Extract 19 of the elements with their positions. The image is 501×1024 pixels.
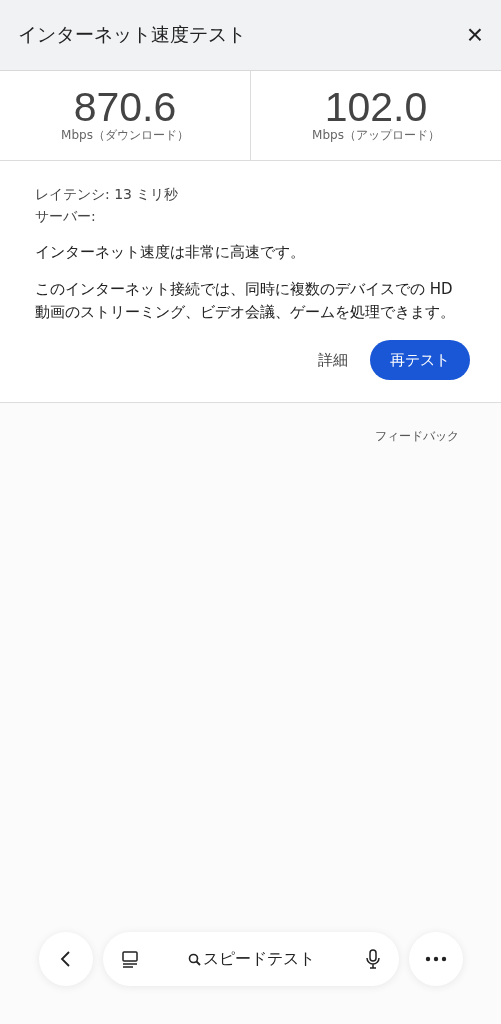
search-icon (188, 952, 201, 966)
speed-value: 870.6 (73, 87, 177, 127)
speed-value: 102.0 (324, 87, 428, 127)
close-button[interactable]: × (466, 21, 483, 49)
tabs-icon[interactable] (120, 950, 139, 968)
search-query: スピードテスト (203, 948, 315, 970)
description-text: このインターネット接続では、同時に複数のデバイスでの HD 動画のストリーミング、ビデオ会議、ゲームを処理できます。 (35, 279, 456, 323)
details-link[interactable]: 詳細 (318, 350, 348, 370)
speed-unit: Mbps（ダウンロード） (61, 127, 189, 144)
more-icon (424, 956, 447, 962)
feedback-link[interactable]: フィードバック (375, 428, 459, 445)
search-bar[interactable]: スピードテスト (102, 932, 399, 986)
speed-unit: Mbps（アップロード） (312, 127, 440, 144)
retest-button[interactable]: 再テスト (370, 340, 470, 380)
summary-text: インターネット速度は非常に高速です。 (35, 242, 306, 263)
microphone-icon[interactable] (364, 949, 381, 969)
latency-text: レイテンシ: 13 ミリ秒 (35, 185, 180, 204)
dialog-title: インターネット速度テスト (18, 22, 246, 47)
server-text: サーバー: (35, 207, 97, 226)
